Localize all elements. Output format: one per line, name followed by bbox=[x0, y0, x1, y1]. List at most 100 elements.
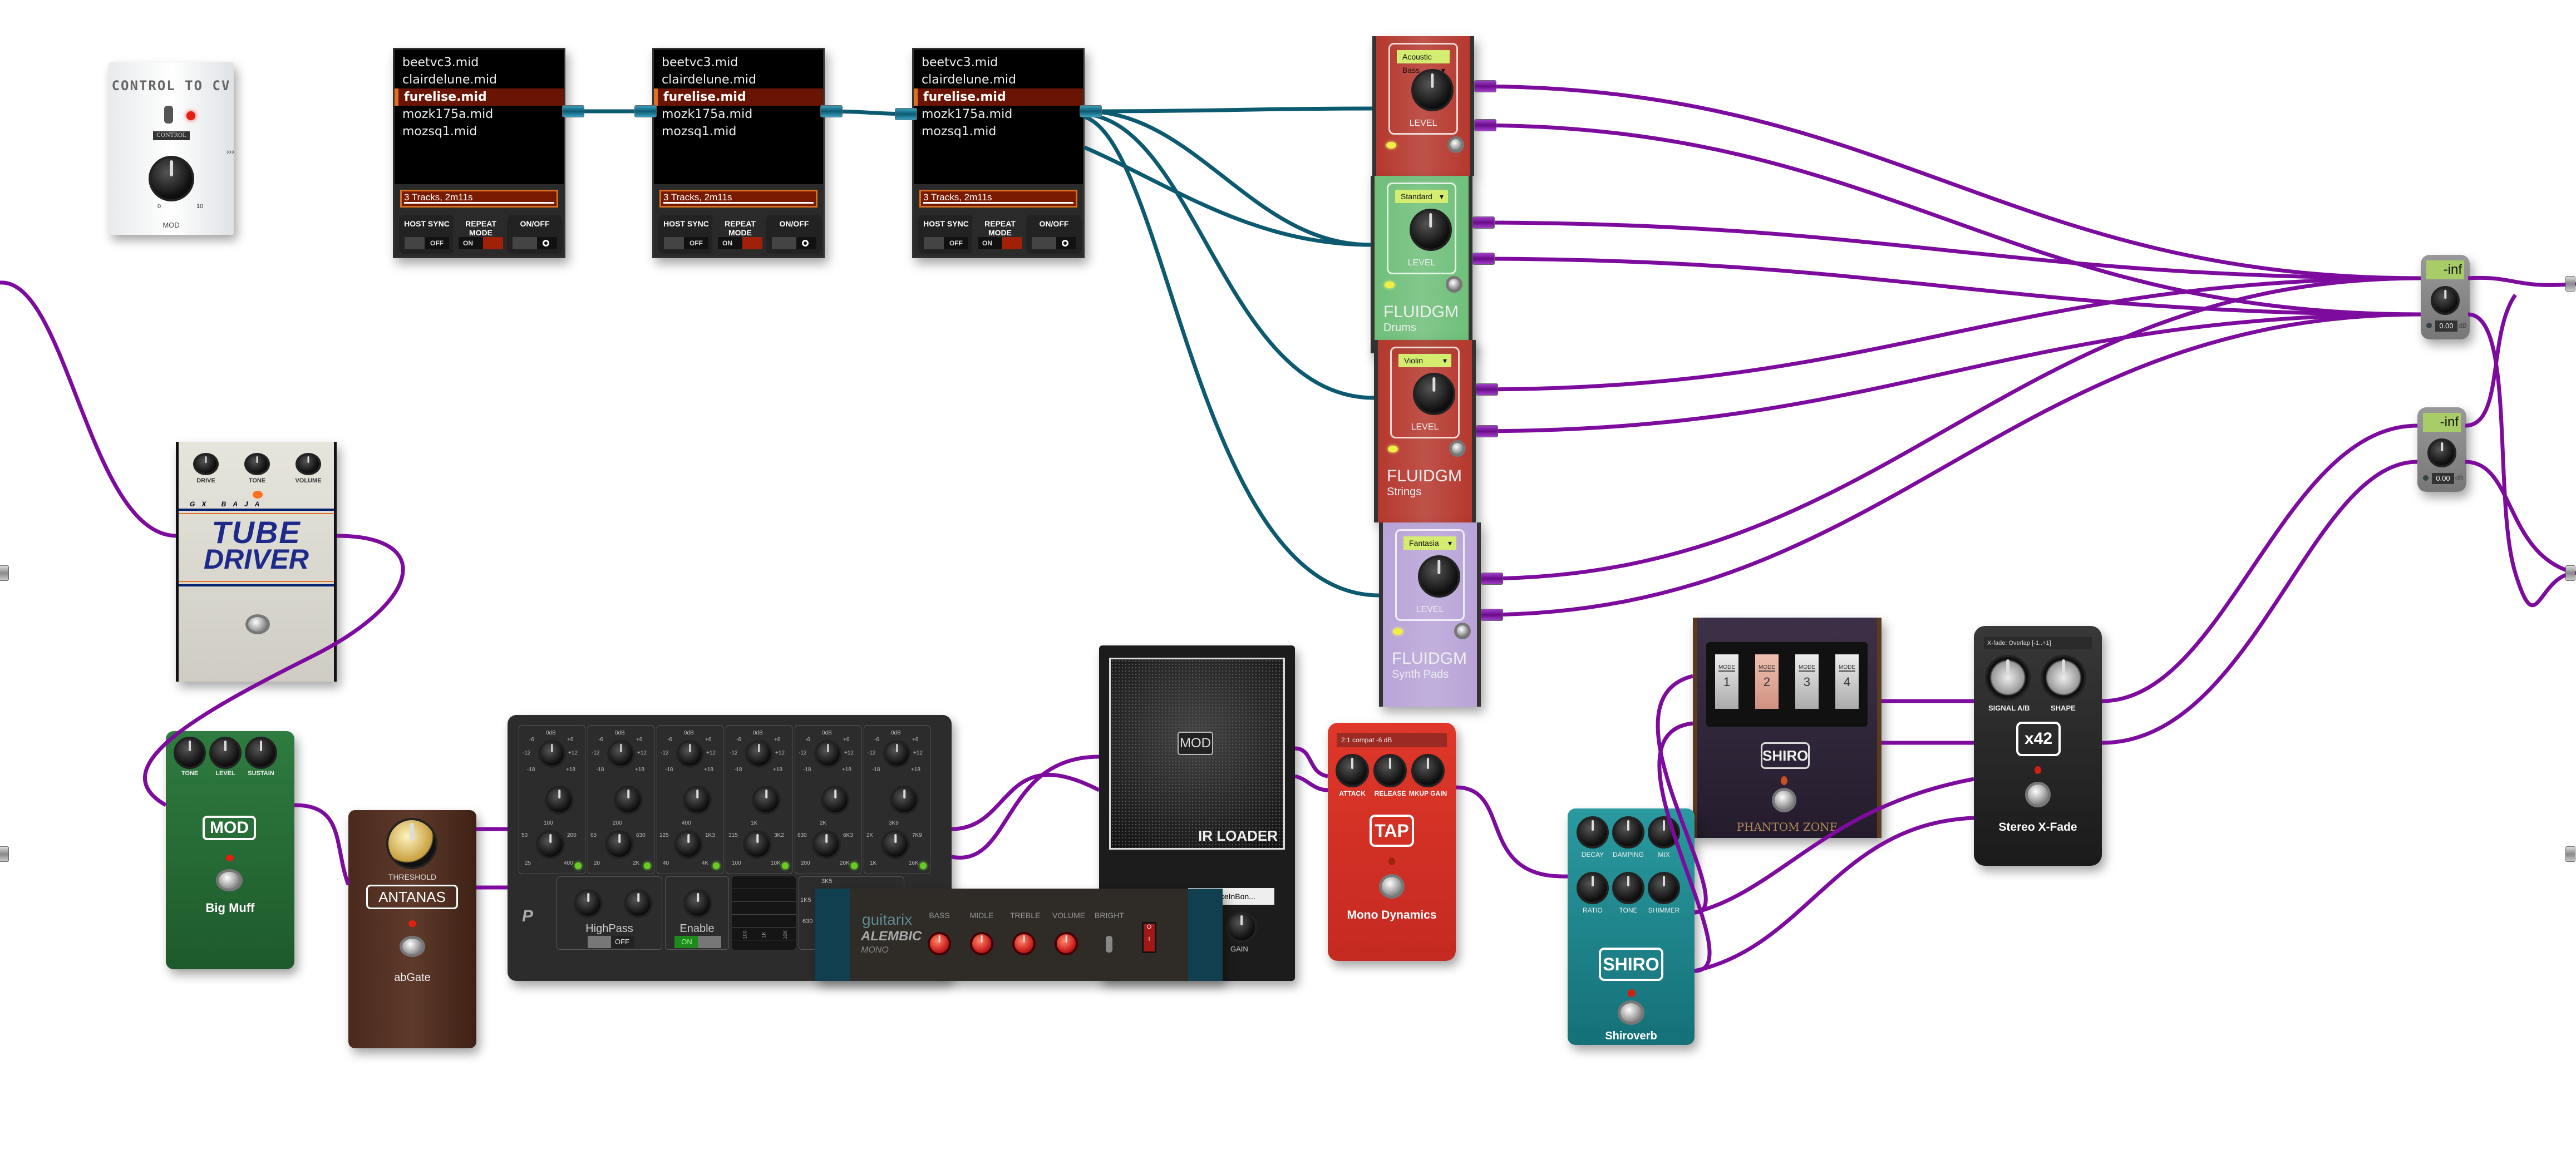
highpass-freq-knob[interactable] bbox=[574, 889, 603, 918]
audio-cable[interactable] bbox=[1474, 84, 2421, 280]
toggle-switch[interactable] bbox=[513, 237, 557, 249]
onoff-control[interactable]: ON/OFF bbox=[1026, 215, 1082, 254]
preset-select[interactable]: 2:1 compat -6 dB bbox=[1337, 733, 1447, 747]
footswitch[interactable] bbox=[1454, 623, 1471, 639]
file-list-item[interactable]: beetvc3.mid bbox=[654, 54, 823, 71]
fluidgm-plugin[interactable]: Violin LEVEL FLUIDGMStrings bbox=[1374, 340, 1476, 522]
audio-cable[interactable] bbox=[1472, 220, 2421, 280]
band-enable-led[interactable] bbox=[851, 862, 858, 869]
file-list-item[interactable]: mozk175a.mid bbox=[654, 106, 823, 123]
volume-knob[interactable] bbox=[295, 453, 321, 475]
audio-cable[interactable] bbox=[1694, 816, 1974, 973]
preset-select[interactable]: X-fade: Overlap [-1..+1] bbox=[1984, 637, 2092, 649]
band-enable-led[interactable] bbox=[713, 862, 720, 869]
audio-cable[interactable] bbox=[951, 755, 1100, 860]
cable-jack[interactable] bbox=[1474, 119, 1496, 131]
footswitch[interactable] bbox=[1772, 788, 1796, 812]
audio-cable[interactable] bbox=[2467, 312, 2576, 608]
band-q-knob[interactable] bbox=[545, 786, 574, 815]
fluidgm-plugin[interactable]: Acoustic Bass LEVEL bbox=[1372, 36, 1474, 176]
release-knob[interactable] bbox=[1373, 754, 1407, 787]
shimmer-knob[interactable] bbox=[1648, 872, 1680, 904]
band-freq-knob[interactable] bbox=[881, 830, 910, 859]
fluidgm-plugin[interactable]: Fantasia LEVEL FLUIDGMSynth Pads bbox=[1379, 522, 1481, 707]
bass-knob[interactable] bbox=[928, 932, 951, 955]
onoff-control[interactable]: ON/OFF bbox=[766, 215, 822, 254]
band-gain-knob[interactable] bbox=[883, 740, 911, 768]
control-knob[interactable] bbox=[149, 156, 194, 201]
preset-select[interactable]: Violin bbox=[1398, 354, 1451, 367]
cable-jack[interactable] bbox=[1474, 80, 1496, 92]
band-q-knob[interactable] bbox=[890, 786, 919, 815]
file-list-item[interactable]: mozsq1.mid bbox=[654, 123, 823, 140]
system-port[interactable] bbox=[2565, 276, 2575, 292]
volume-knob[interactable] bbox=[1055, 932, 1078, 955]
footswitch[interactable] bbox=[1446, 276, 1462, 293]
file-list-item[interactable]: clairdelune.mid bbox=[914, 71, 1083, 88]
file-list-item[interactable]: clairdelune.mid bbox=[654, 71, 823, 88]
band-freq-knob[interactable] bbox=[812, 830, 841, 859]
signal-ab-knob[interactable] bbox=[1985, 655, 2031, 701]
band-q-knob[interactable] bbox=[752, 786, 781, 815]
audio-cable[interactable] bbox=[1475, 312, 2421, 433]
mode-button[interactable]: MODE 4 bbox=[1835, 654, 1859, 709]
tap-mono-dynamics-plugin[interactable]: 2:1 compat -6 dB ATTACK RELEASE MKUP GAIN … bbox=[1328, 723, 1456, 961]
band-enable-led[interactable] bbox=[575, 862, 582, 869]
highpass-q-knob[interactable] bbox=[624, 889, 653, 918]
midi-cable[interactable] bbox=[1083, 145, 1371, 247]
midi-jack[interactable] bbox=[820, 105, 843, 117]
file-list-item[interactable]: beetvc3.mid bbox=[395, 54, 564, 71]
preset-select[interactable]: Fantasia bbox=[1403, 536, 1456, 550]
toggle-switch[interactable]: ON bbox=[459, 237, 503, 249]
file-list-item[interactable]: mozk175a.mid bbox=[914, 106, 1083, 123]
file-list-item[interactable]: beetvc3.mid bbox=[914, 54, 1083, 71]
mode-button[interactable]: MODE 1 bbox=[1715, 654, 1738, 709]
midi-file-player[interactable]: beetvc3.mid clairdelune.mid furelise.mid mo… bbox=[652, 48, 825, 258]
audio-cable[interactable] bbox=[1480, 312, 2421, 617]
attack-knob[interactable] bbox=[1336, 754, 1369, 787]
shape-knob[interactable] bbox=[2041, 655, 2086, 701]
footswitch[interactable] bbox=[1379, 874, 1405, 899]
cable-jack[interactable] bbox=[1476, 425, 1498, 437]
tone-knob[interactable] bbox=[174, 737, 206, 769]
audio-cable[interactable] bbox=[294, 803, 351, 886]
level-knob[interactable] bbox=[1410, 209, 1452, 251]
gain-knob[interactable] bbox=[2431, 286, 2460, 315]
damping-knob[interactable] bbox=[1612, 816, 1644, 849]
cable-jack[interactable] bbox=[1472, 216, 1495, 229]
band-q-knob[interactable] bbox=[683, 786, 712, 815]
audio-cable[interactable] bbox=[1455, 785, 1568, 879]
alembic-mono-plugin[interactable]: guitarix ALEMBIC MONO BASS MIDLE TREBLE VOL… bbox=[815, 889, 1223, 981]
control-to-cv-plugin[interactable]: CONTROL TO CV CONTROL 0 10 ››› MOD bbox=[109, 62, 234, 235]
toggle-switch[interactable]: ON bbox=[718, 237, 762, 249]
band-freq-knob[interactable] bbox=[674, 830, 703, 859]
level-knob[interactable] bbox=[209, 737, 242, 769]
treble-knob[interactable] bbox=[1012, 932, 1036, 955]
toggle-switch[interactable]: OFF bbox=[924, 237, 968, 249]
midle-knob[interactable] bbox=[970, 932, 993, 955]
midi-cable[interactable] bbox=[1084, 112, 1375, 400]
shiroverb-plugin[interactable]: DECAY DAMPING MIX RATIO TONE SHIMMER SHIRO Sh… bbox=[1568, 808, 1695, 1045]
onoff-control[interactable]: ON/OFF bbox=[507, 215, 563, 254]
abgate-plugin[interactable]: THRESHOLD ANTANAS abGate bbox=[348, 810, 476, 1048]
repeat-mode-control[interactable]: REPEAT MODE ON bbox=[712, 215, 768, 254]
band-q-knob[interactable] bbox=[614, 786, 643, 815]
toggle-switch[interactable]: OFF bbox=[664, 237, 708, 249]
tone-knob[interactable] bbox=[1612, 872, 1644, 904]
audio-cable[interactable] bbox=[951, 773, 1100, 831]
band-freq-knob[interactable] bbox=[743, 830, 772, 859]
band-gain-knob[interactable] bbox=[745, 740, 773, 768]
footswitch[interactable] bbox=[1618, 1000, 1644, 1025]
fluidgm-plugin[interactable]: Standard LEVEL FLUIDGMDrums bbox=[1371, 176, 1472, 353]
sustain-knob[interactable] bbox=[245, 737, 277, 769]
enable-switch[interactable]: ON bbox=[674, 936, 721, 948]
cable-jack[interactable] bbox=[1476, 383, 1498, 396]
midi-jack[interactable] bbox=[1080, 105, 1102, 117]
file-list-item[interactable]: mozsq1.mid bbox=[395, 123, 564, 140]
midi-file-player[interactable]: beetvc3.mid clairdelune.mid furelise.mid mo… bbox=[393, 48, 565, 258]
gain-mixer-plugin[interactable]: -inf 0.00 dB bbox=[2421, 255, 2470, 339]
footswitch[interactable] bbox=[2025, 782, 2051, 807]
band-freq-knob[interactable] bbox=[536, 830, 565, 859]
mode-button[interactable]: MODE 2 bbox=[1755, 654, 1779, 709]
gain-knob[interactable] bbox=[1226, 911, 1257, 943]
